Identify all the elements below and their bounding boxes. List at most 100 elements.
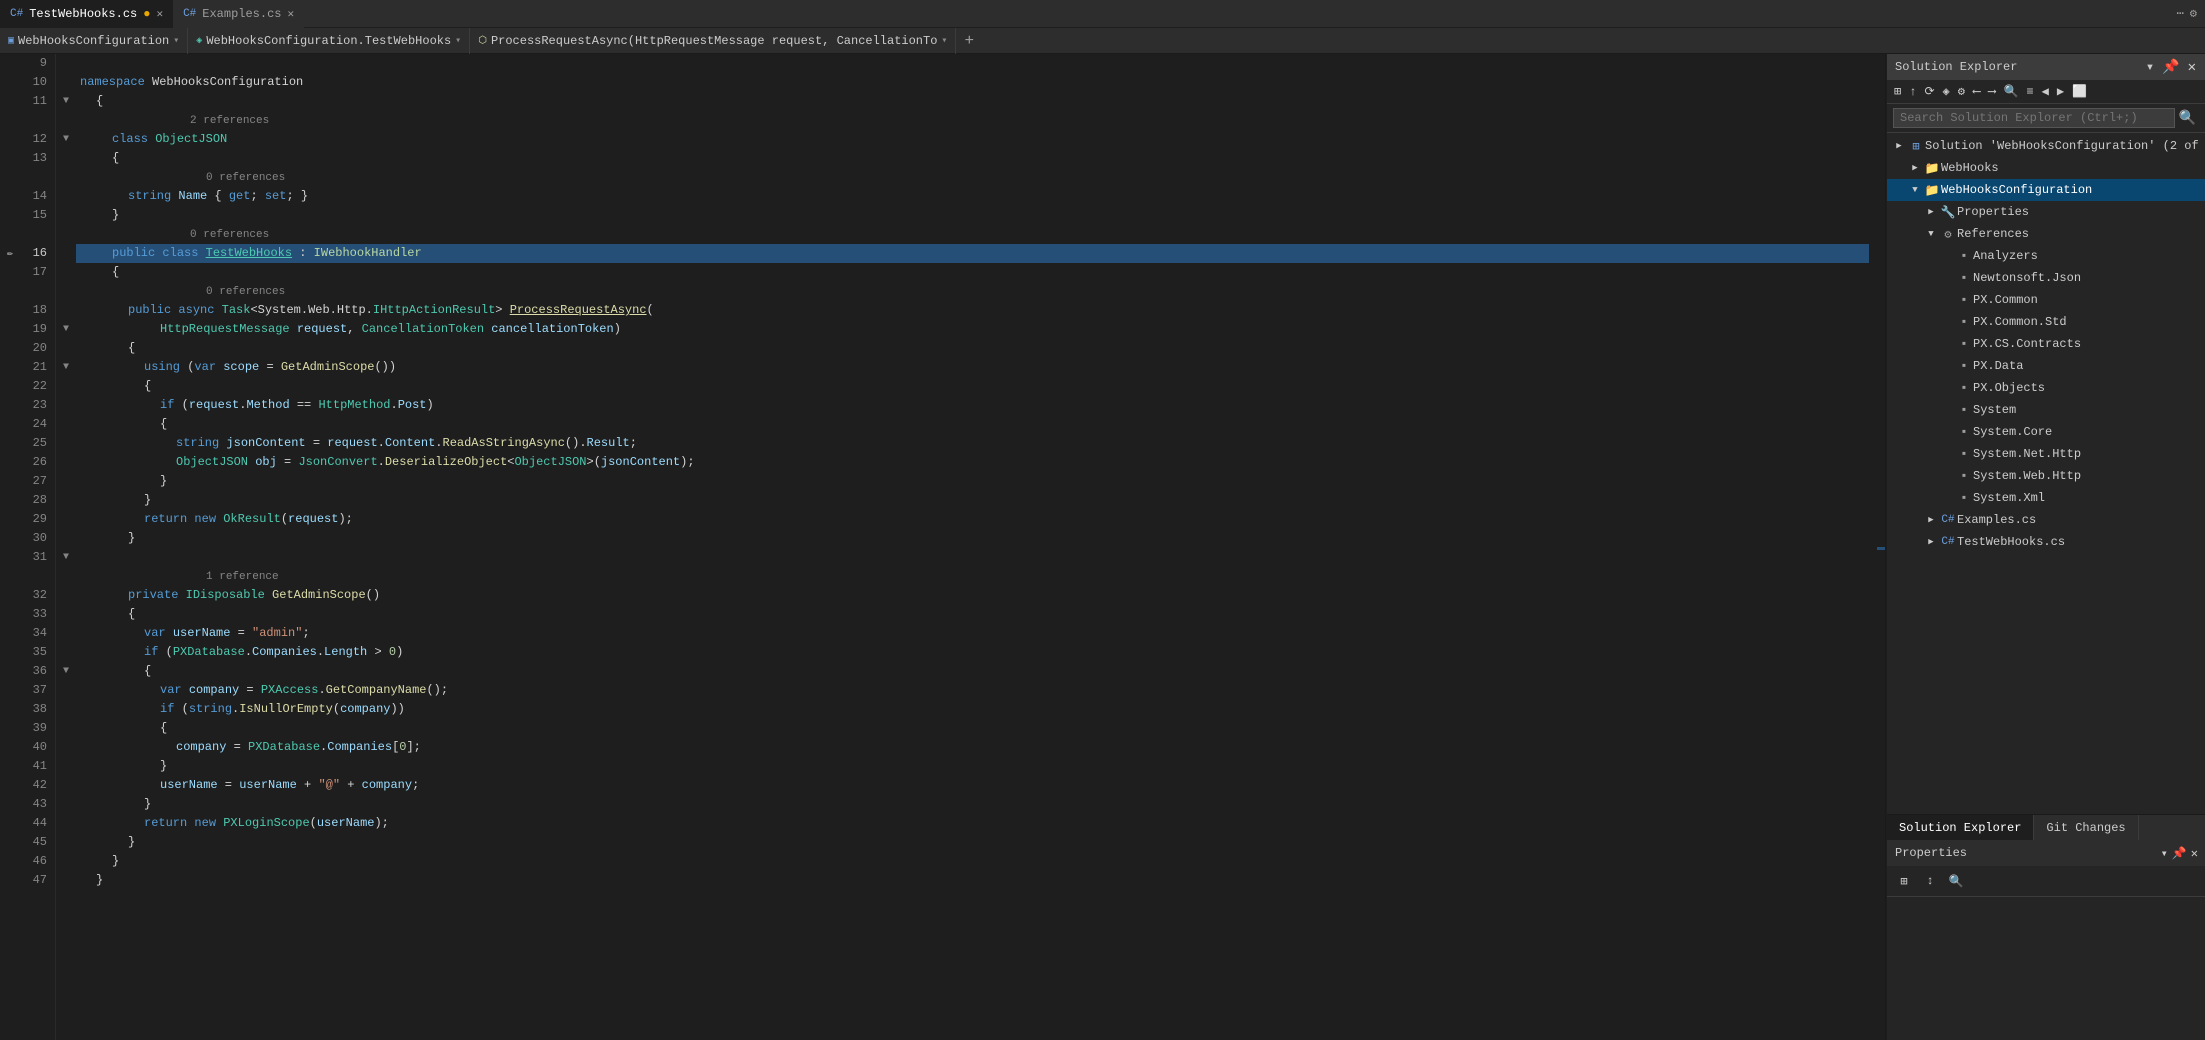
solution-explorer-dropdown-btn[interactable]: ▾ bbox=[2144, 59, 2156, 76]
properties-icon: 🔧 bbox=[1939, 205, 1957, 220]
tree-item-newtonsoft[interactable]: ▪ Newtonsoft.Json bbox=[1887, 267, 2205, 289]
solution-explorer-close-btn[interactable]: ✕ bbox=[2186, 59, 2198, 76]
glyph-margin: ✏ bbox=[0, 54, 20, 1040]
fold-38[interactable]: ▼ bbox=[63, 666, 69, 677]
nav-dropdown-1[interactable]: ▾ bbox=[173, 35, 179, 47]
tab-examples[interactable]: C# Examples.cs ✕ bbox=[173, 0, 304, 28]
solution-explorer-header-buttons: ▾ 📌 ✕ bbox=[2144, 59, 2198, 76]
nav-segment-2[interactable]: ◈ WebHooksConfiguration.TestWebHooks ▾ bbox=[188, 28, 470, 54]
tree-item-system[interactable]: ▪ System bbox=[1887, 399, 2205, 421]
se-btn-11[interactable]: ▶ bbox=[2054, 82, 2067, 101]
tab-examples-close[interactable]: ✕ bbox=[287, 7, 294, 21]
code-line-45: } bbox=[76, 833, 1869, 852]
tree-item-examples-cs[interactable]: ▶ C# Examples.cs bbox=[1887, 509, 2205, 531]
systemxml-icon: ▪ bbox=[1955, 491, 1973, 505]
nav-class-icon: ◈ bbox=[196, 35, 202, 47]
fold-12[interactable]: ▼ bbox=[63, 134, 69, 145]
tree-item-webhooksconfiguration[interactable]: ▼ 📁 WebHooksConfiguration bbox=[1887, 179, 2205, 201]
se-btn-7[interactable]: ⟶ bbox=[1985, 82, 1998, 101]
tree-label-pxcscontracts: PX.CS.Contracts bbox=[1973, 337, 2081, 351]
se-btn-4[interactable]: ◈ bbox=[1940, 82, 1953, 101]
fold-19[interactable]: ▼ bbox=[63, 324, 69, 335]
properties-close-btn[interactable]: ✕ bbox=[2191, 846, 2198, 861]
tree-label-analyzers: Analyzers bbox=[1973, 249, 2038, 263]
se-btn-10[interactable]: ◀ bbox=[2039, 82, 2052, 101]
tree-item-pxcscontracts[interactable]: ▪ PX.CS.Contracts bbox=[1887, 333, 2205, 355]
line-num-14: 14 bbox=[28, 187, 47, 206]
se-btn-8[interactable]: 🔍 bbox=[2000, 82, 2021, 101]
solution-explorer-title: Solution Explorer bbox=[1895, 60, 2140, 74]
code-line-42: userName = userName + "@" + company; bbox=[76, 776, 1869, 795]
solution-explorer-pin-btn[interactable]: 📌 bbox=[2160, 59, 2181, 76]
tree-item-systemcore[interactable]: ▪ System.Core bbox=[1887, 421, 2205, 443]
tab-overflow-icon[interactable]: ⋯ bbox=[2177, 6, 2184, 21]
code-content[interactable]: namespace WebHooksConfiguration { 2 refe… bbox=[76, 54, 1869, 1040]
se-btn-6[interactable]: ⟵ bbox=[1970, 82, 1983, 101]
tab-solution-explorer[interactable]: Solution Explorer bbox=[1887, 815, 2034, 840]
line-num-23: 23 bbox=[28, 396, 47, 415]
tree-item-testwebhooks-cs[interactable]: ▶ C# TestWebHooks.cs bbox=[1887, 531, 2205, 553]
nav-dropdown-3[interactable]: ▾ bbox=[941, 35, 947, 47]
code-line-17: { bbox=[76, 263, 1869, 282]
solution-explorer-search-icon[interactable]: 🔍 bbox=[2175, 110, 2200, 127]
line-num-34: 34 bbox=[28, 624, 47, 643]
overview-ruler[interactable] bbox=[1869, 54, 1885, 1040]
se-btn-12[interactable]: ⬜ bbox=[2069, 82, 2090, 101]
properties-pin-btn[interactable]: 📌 bbox=[2172, 846, 2187, 861]
tree-item-pxcommon[interactable]: ▪ PX.Common bbox=[1887, 289, 2205, 311]
line-num-47: 47 bbox=[28, 871, 47, 890]
nav-dropdown-2[interactable]: ▾ bbox=[455, 35, 461, 47]
systemnethttp-icon: ▪ bbox=[1955, 447, 1973, 461]
nav-segment-1[interactable]: ▣ WebHooksConfiguration ▾ bbox=[0, 28, 188, 54]
line-num-43: 43 bbox=[28, 795, 47, 814]
properties-dropdown-btn[interactable]: ▾ bbox=[2161, 846, 2168, 861]
tree-item-references[interactable]: ▼ ⚙ References bbox=[1887, 223, 2205, 245]
newtonsoft-icon: ▪ bbox=[1955, 271, 1973, 285]
fold-10[interactable]: ▼ bbox=[63, 96, 69, 107]
tree-item-systemwebhttp[interactable]: ▪ System.Web.Http bbox=[1887, 465, 2205, 487]
line-num-33: 33 bbox=[28, 605, 47, 624]
tree-item-properties[interactable]: ▶ 🔧 Properties bbox=[1887, 201, 2205, 223]
nav-segment-3[interactable]: ⬡ ProcessRequestAsync(HttpRequestMessage… bbox=[470, 28, 956, 54]
code-line-36: { bbox=[76, 662, 1869, 681]
se-btn-2[interactable]: ↑ bbox=[1906, 83, 1919, 101]
whc-expand-arrow[interactable]: ▼ bbox=[1907, 185, 1923, 195]
props-expand-arrow[interactable]: ▶ bbox=[1923, 207, 1939, 217]
se-btn-1[interactable]: ⊞ bbox=[1891, 82, 1904, 101]
testwebhooks-cs-arrow[interactable]: ▶ bbox=[1923, 537, 1939, 547]
tree-item-pxcommonstd[interactable]: ▪ PX.Common.Std bbox=[1887, 311, 2205, 333]
systemwebhttp-icon: ▪ bbox=[1955, 469, 1973, 483]
line-num-ref-4 bbox=[28, 282, 47, 301]
properties-sort-btn[interactable]: ↕ bbox=[1919, 870, 1941, 892]
refs-expand-arrow[interactable]: ▼ bbox=[1923, 229, 1939, 239]
nav-add-button[interactable]: + bbox=[956, 32, 982, 50]
tree-item-analyzers[interactable]: ▪ Analyzers bbox=[1887, 245, 2205, 267]
tab-git-changes[interactable]: Git Changes bbox=[2034, 815, 2138, 840]
line-num-17: 17 bbox=[28, 263, 47, 282]
se-btn-5[interactable]: ⚙ bbox=[1955, 82, 1968, 101]
se-btn-3[interactable]: ⟳ bbox=[1921, 82, 1937, 101]
tree-item-pxdata[interactable]: ▪ PX.Data bbox=[1887, 355, 2205, 377]
se-btn-9[interactable]: ≡ bbox=[2023, 83, 2036, 101]
tab-testwebhooks[interactable]: C# TestWebHooks.cs ● ✕ bbox=[0, 0, 173, 28]
examples-cs-arrow[interactable]: ▶ bbox=[1923, 515, 1939, 525]
properties-grid-btn[interactable]: ⊞ bbox=[1893, 870, 1915, 892]
nav-bar: ▣ WebHooksConfiguration ▾ ◈ WebHooksConf… bbox=[0, 28, 2205, 54]
fold-35[interactable]: ▼ bbox=[63, 552, 69, 563]
main-layout: ✏ 9 10 11 12 13 14 15 16 17 18 19 20 21 … bbox=[0, 54, 2205, 1040]
tab-testwebhooks-close[interactable]: ✕ bbox=[156, 7, 163, 21]
tree-item-solution[interactable]: ▶ ⊞ Solution 'WebHooksConfiguration' (2 … bbox=[1887, 135, 2205, 157]
solution-explorer-search-input[interactable] bbox=[1893, 108, 2175, 128]
webhooks-expand-arrow[interactable]: ▶ bbox=[1907, 163, 1923, 173]
properties-search-btn[interactable]: 🔍 bbox=[1945, 870, 1967, 892]
pxdata-icon: ▪ bbox=[1955, 359, 1973, 373]
tree-item-systemnethttp[interactable]: ▪ System.Net.Http bbox=[1887, 443, 2205, 465]
line-num-46: 46 bbox=[28, 852, 47, 871]
nav-segment-3-label: ProcessRequestAsync(HttpRequestMessage r… bbox=[491, 34, 937, 48]
fold-21[interactable]: ▼ bbox=[63, 362, 69, 373]
tree-item-pxobjects[interactable]: ▪ PX.Objects bbox=[1887, 377, 2205, 399]
solution-expand-arrow[interactable]: ▶ bbox=[1891, 141, 1907, 151]
tab-settings-icon[interactable]: ⚙ bbox=[2190, 6, 2197, 21]
tree-item-webhooks[interactable]: ▶ 📁 WebHooks bbox=[1887, 157, 2205, 179]
tree-item-systemxml[interactable]: ▪ System.Xml bbox=[1887, 487, 2205, 509]
